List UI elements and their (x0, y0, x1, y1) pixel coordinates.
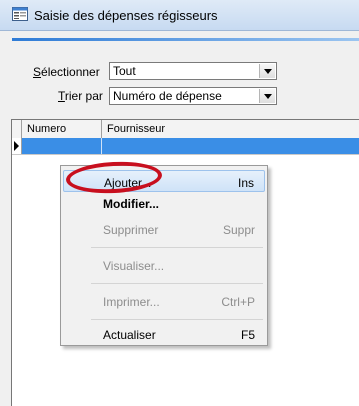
grid-header-corner (12, 120, 22, 138)
chevron-down-icon (263, 93, 272, 99)
table-row[interactable] (12, 138, 359, 155)
menu-separator (91, 247, 263, 248)
menu-item-supprimer-shortcut: Suppr (222, 223, 255, 237)
sort-label-mnemonic: T (58, 89, 65, 103)
dropdown-arrow-button[interactable] (259, 64, 275, 78)
menu-item-supprimer: Supprimer Suppr (63, 218, 265, 240)
menu-item-imprimer: Imprimer... Ctrl+P (63, 290, 265, 312)
select-dropdown[interactable]: Tout (109, 62, 277, 80)
column-header-fournisseur-label: Fournisseur (107, 123, 166, 135)
column-header-numero[interactable]: Numero (22, 120, 102, 138)
selected-row-cells[interactable] (22, 138, 359, 154)
select-label: Sélectionner (33, 65, 100, 79)
menu-item-imprimer-shortcut: Ctrl+P (221, 295, 255, 309)
cell-divider (101, 138, 102, 154)
menu-item-actualiser-label: Actualiser (103, 328, 156, 342)
menu-item-visualiser-label: Visualiser... (103, 259, 165, 273)
select-label-text: électionner (41, 65, 100, 79)
select-label-mnemonic: S (33, 65, 42, 79)
menu-item-actualiser[interactable]: Actualiser F5 (63, 323, 265, 345)
row-indicator (12, 138, 22, 154)
form-window-icon (12, 7, 28, 21)
menu-item-modifier-label: Modifier... (103, 197, 160, 211)
column-header-fournisseur[interactable]: Fournisseur (102, 120, 359, 138)
sort-dropdown[interactable]: Numéro de dépense (109, 87, 277, 105)
menu-item-ajouter-shortcut: Ins (237, 176, 254, 190)
menu-item-actualiser-shortcut: F5 (240, 328, 255, 342)
window-title: Saisie des dépenses régisseurs (34, 8, 218, 23)
sort-label: Trier par (58, 89, 103, 103)
menu-separator (91, 319, 263, 320)
dropdown-arrow-button[interactable] (259, 89, 275, 103)
menu-separator (91, 283, 263, 284)
current-row-arrow-icon (14, 141, 19, 151)
grid-header: Numero Fournisseur (12, 120, 359, 139)
header-accent-line (12, 38, 359, 41)
sort-dropdown-value: Numéro de dépense (113, 89, 222, 103)
select-dropdown-value: Tout (113, 64, 136, 78)
menu-item-visualiser: Visualiser... (63, 254, 265, 276)
menu-item-modifier[interactable]: Modifier... (63, 192, 265, 214)
column-header-numero-label: Numero (27, 123, 67, 135)
menu-item-imprimer-label: Imprimer... (103, 295, 160, 309)
chevron-down-icon (263, 68, 272, 74)
menu-item-supprimer-label: Supprimer (103, 223, 159, 237)
title-bar: Saisie des dépenses régisseurs (0, 0, 359, 31)
sort-label-text: rier par (64, 89, 103, 103)
